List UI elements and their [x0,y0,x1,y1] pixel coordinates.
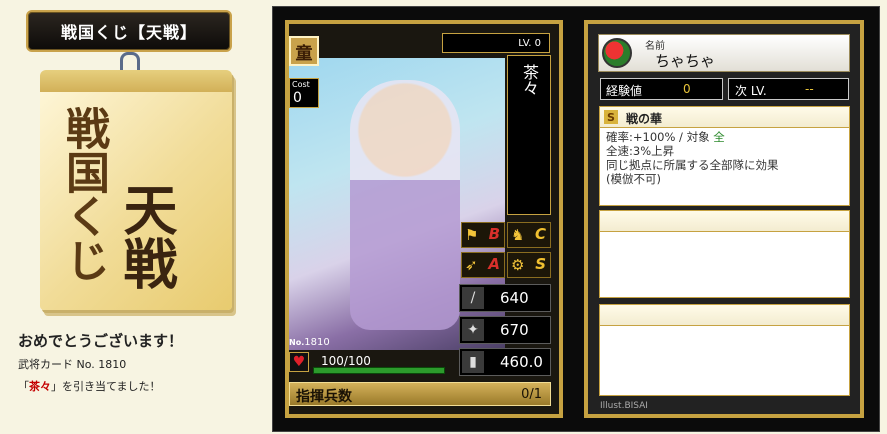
aptitude-infantry: ⚑ B [461,222,505,248]
result-card-name: 茶々 [29,380,51,393]
stat-value: 670 [500,321,529,339]
exp-label: 経験値 [606,84,643,98]
stat-value: 640 [500,289,529,307]
name-reading: ちゃちゃ [655,52,716,70]
skill-rank-badge: S [604,110,618,124]
stat-strategy: ▮ 460.0 [459,348,551,376]
cost-box: Cost 0 [289,78,319,108]
heart-icon: ♥ [289,352,309,372]
lottery-panel: 戦国くじ【天戦】 戦国くじ 天戦 おめでとうございます！ 武将カード No. 1… [0,0,270,434]
card-level: LV. 0 [442,33,550,53]
result-text: 「茶々」を引き当てました！ [18,378,160,394]
next-level-label: 次 LV. [735,84,767,98]
cost-value: 0 [293,90,302,106]
aptitude-grade: A [488,255,500,273]
card-number: No.1810 [289,337,330,348]
skill-probability: 確率:+100% / 対象 [606,130,714,144]
infantry-icon: ⚑ [465,226,479,244]
troop-value: 0/1 [521,387,542,402]
card-number-label: No. [289,338,305,347]
skill-line-2: 全速:3%上昇 [606,144,675,158]
congrats-text: おめでとうございます！ [18,332,184,350]
skill-target: 全 [713,130,725,144]
defense-icon: ✦ [462,319,484,341]
aptitude-siege: ⚙ S [507,252,551,278]
hp-text: 100/100 [321,354,371,368]
skill-line-3: 同じ拠点に所属する全部隊に効果 [606,158,779,172]
aptitude-archer: ➶ A [461,252,505,278]
cavalry-icon: ♞ [511,226,525,244]
skill-slot-2 [599,210,850,298]
result-prefix: 「 [18,380,29,393]
card-name: 茶々 [507,55,551,215]
result-suffix: 」を引き当てました！ [51,380,161,393]
card-number-text: 武将カード No. 1810 [18,358,127,371]
lottery-title: 戦国くじ【天戦】 [26,10,232,52]
skill-description: 確率:+100% / 対象 全 全速:3%上昇 同じ拠点に所属する全部隊に効果 … [600,128,849,188]
strategy-icon: ▮ [462,351,484,373]
archer-icon: ➶ [465,256,478,274]
skill-header: S 戦の華 [600,107,849,128]
calendar-binding [40,70,232,92]
name-header: 名前 ちゃちゃ [598,34,850,72]
exp-box: 経験値 0 [600,78,723,100]
skill-line-1: 確率:+100% / 対象 全 [606,130,843,144]
stat-attack: / 640 [459,284,551,312]
clan-crest-icon [602,38,632,68]
character-illustration [350,80,460,330]
aptitude-cavalry: ♞ C [507,222,551,248]
skill-header-empty [600,211,849,232]
hp-row: ♥ 100/100 [289,352,451,374]
aptitude-grade: C [534,225,546,243]
attack-icon: / [462,287,484,309]
skill-line-4: (模倣不可) [606,172,661,186]
hp-bar [313,367,445,374]
illustrator-credit: Illust.BISAI [600,401,648,411]
troop-bar: 指揮兵数 0/1 [289,382,551,406]
next-level-box: 次 LV. -- [728,78,849,100]
skill-slot-1: S 戦の華 確率:+100% / 対象 全 全速:3%上昇 同じ拠点に所属する全… [599,106,850,206]
aptitude-grade: S [535,255,546,273]
calendar-main-text: 天戦 [114,182,178,290]
skill-slot-3 [599,304,850,396]
next-level-value: -- [805,82,814,96]
siege-icon: ⚙ [511,256,525,274]
stat-value: 460.0 [500,353,543,371]
skill-title: 戦の華 [626,112,663,126]
calendar-title-text: 戦国くじ [58,106,109,282]
stat-defense: ✦ 670 [459,316,551,344]
lottery-calendar-image: 戦国くじ 天戦 [40,70,232,310]
skill-header-empty [600,305,849,326]
card-number-value: 1810 [304,337,330,348]
troop-label: 指揮兵数 [296,389,352,405]
rarity-badge: 童 [289,36,319,66]
cost-label: Cost [292,80,310,89]
exp-value: 0 [683,82,691,96]
aptitude-grade: B [488,225,500,243]
